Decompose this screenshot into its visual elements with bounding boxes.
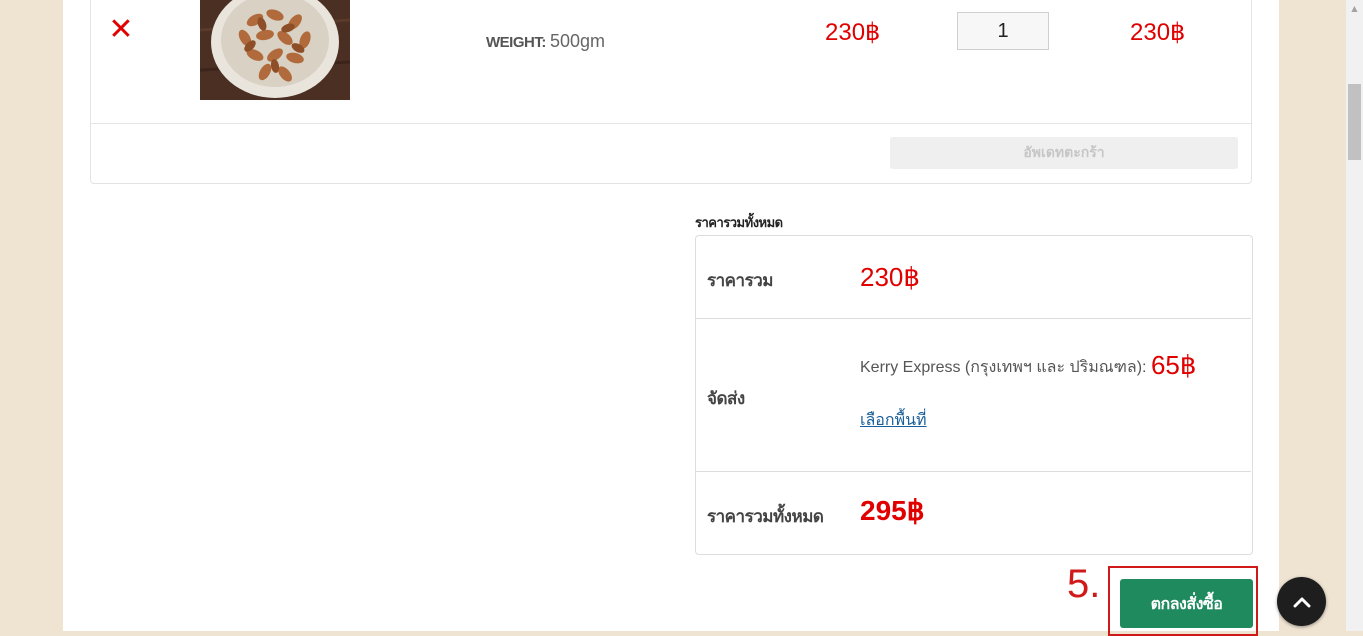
totals-divider	[696, 318, 1251, 319]
order-total-value: 295฿	[860, 495, 925, 526]
subtotal-value: 230฿	[860, 262, 920, 292]
weight-attribute: WEIGHT: 500gm	[486, 31, 605, 52]
vertical-scrollbar[interactable]: ▲	[1346, 0, 1363, 631]
order-total-label: ราคารวมทั้งหมด	[707, 507, 824, 527]
cart-divider	[91, 123, 1251, 124]
product-image[interactable]	[200, 0, 350, 100]
step-annotation: 5.	[1067, 562, 1101, 606]
cart-totals-title: ราคารวมทั้งหมด	[695, 216, 783, 231]
subtotal-label: ราคารวม	[707, 271, 773, 291]
place-order-button[interactable]: ตกลงสั่งซื้อ	[1120, 579, 1253, 628]
quantity-input[interactable]: 1	[957, 12, 1049, 50]
totals-divider	[696, 471, 1251, 472]
shipping-method-name: Kerry Express (กรุงเทพฯ และ ปริมณฑล):	[860, 359, 1151, 376]
weight-value: 500gm	[550, 31, 606, 51]
shipping-price: 65฿	[1150, 350, 1197, 380]
unit-price: 230฿	[825, 19, 881, 46]
chevron-up-icon	[1293, 597, 1310, 607]
scroll-up-arrow-icon[interactable]: ▲	[1346, 0, 1363, 17]
almond-bowl-image	[200, 0, 350, 100]
item-subtotal: 230฿	[1130, 19, 1186, 46]
shipping-option: Kerry Express (กรุงเทพฯ และ ปริมณฑล): 65…	[860, 350, 1196, 381]
scrollbar-thumb[interactable]	[1348, 84, 1361, 160]
remove-item-icon[interactable]: ✕	[108, 15, 134, 45]
shipping-label: จัดส่ง	[707, 389, 745, 409]
update-cart-button[interactable]: อัพเดทตะกร้า	[890, 137, 1238, 169]
choose-area-link[interactable]: เลือกพื้นที่	[860, 408, 927, 433]
back-to-top-button[interactable]	[1277, 577, 1326, 626]
weight-label: WEIGHT:	[486, 34, 546, 51]
